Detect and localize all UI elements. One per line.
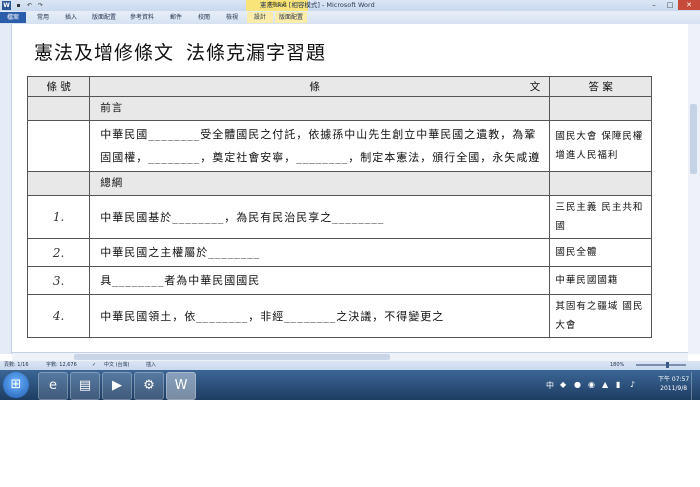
row-answer[interactable]: 中華民國國籍 xyxy=(549,266,652,295)
row-answer[interactable]: 國民全體 xyxy=(549,238,652,267)
header-article-no: 條 號 xyxy=(26,76,91,97)
network-icon[interactable]: ▮ xyxy=(616,380,620,389)
row-no xyxy=(26,120,91,172)
title-part-1: 憲法及增修條文 xyxy=(34,42,175,64)
table-section-row: 前言 xyxy=(26,96,652,121)
horizontal-scrollbar-thumb[interactable] xyxy=(74,354,390,360)
word-icon[interactable]: W xyxy=(2,1,11,10)
table-row: 中華民國________受全體國民之付託，依據孫中山先生創立中華民國之遺教，為鞏… xyxy=(26,120,652,172)
clock-time: 下午 07:57 xyxy=(658,376,690,383)
row-answer[interactable]: 國民大會 保障民權 增進人民福利 xyxy=(549,120,652,172)
row-text[interactable]: 中華民國基於________，為民有民治民享之________ xyxy=(89,195,551,239)
tab-table-layout[interactable]: 版面配置 xyxy=(275,12,307,23)
status-bar: 頁數: 1/16 字數: 12,676 ✓ 中文 (台灣) 插入 180% xyxy=(0,361,700,370)
ime-icon[interactable]: 中 xyxy=(546,380,554,391)
tab-view[interactable]: 檢視 xyxy=(219,12,245,23)
vertical-scrollbar-thumb[interactable] xyxy=(690,104,697,174)
tab-file[interactable]: 檔案 xyxy=(0,12,26,23)
media-player-icon[interactable]: ▶ xyxy=(102,372,132,400)
row-no: 1. xyxy=(26,195,91,239)
row-answer[interactable]: 其固有之疆域 國民大會 xyxy=(549,294,652,338)
tray-app-icon[interactable]: ● xyxy=(574,380,581,389)
row-answer[interactable]: 三民主義 民主共和國 xyxy=(549,195,652,239)
section-heading[interactable]: 總綱 xyxy=(89,171,551,196)
taskbar: ⊞ e ▤ ▶ ⚙ W 中 ◆ ● ◉ ▲ ▮ ♪ 下午 07:57 2011/… xyxy=(0,370,700,402)
row-no xyxy=(26,171,91,196)
row-text[interactable]: 中華民國之主權屬於________ xyxy=(89,238,551,267)
tray-app-icon[interactable]: ▲ xyxy=(602,380,608,389)
zoom-level[interactable]: 180% xyxy=(610,361,624,370)
title-part-2: 法條克漏字習題 xyxy=(186,42,327,64)
network-tool-icon[interactable]: ⚙ xyxy=(134,372,164,400)
table-row: 3. 具________者為中華民國國民 中華民國國籍 xyxy=(26,266,652,295)
zoom-slider-handle[interactable] xyxy=(666,362,669,368)
row-answer xyxy=(549,171,652,196)
zoom-slider[interactable] xyxy=(636,364,686,366)
table-section-row: 總綱 xyxy=(26,171,652,196)
page-count[interactable]: 頁數: 1/16 xyxy=(4,361,29,370)
table-header-row: 條 號 條文 答 案 xyxy=(26,76,652,97)
undo-icon[interactable]: ↶ xyxy=(25,1,34,10)
row-no: 2. xyxy=(26,238,91,267)
show-desktop-button[interactable] xyxy=(691,372,700,402)
close-icon[interactable]: ✕ xyxy=(678,0,700,10)
tab-table-design[interactable]: 設計 xyxy=(247,12,273,23)
header-article-text: 條文 xyxy=(89,76,551,97)
tray-app-icon[interactable]: ◆ xyxy=(560,380,566,389)
table-row: 4. 中華民國領土，依________，非經________之決議，不得變更之 … xyxy=(26,294,652,338)
section-heading[interactable]: 前言 xyxy=(89,96,551,121)
row-no: 4. xyxy=(26,294,91,338)
tab-references[interactable]: 參考資料 xyxy=(124,12,160,23)
insert-mode[interactable]: 插入 xyxy=(146,361,156,370)
minimize-icon[interactable]: – xyxy=(646,0,662,10)
vertical-ruler xyxy=(0,24,12,354)
save-icon[interactable]: ▪ xyxy=(14,1,23,10)
proofing-icon[interactable]: ✓ xyxy=(92,361,96,370)
explorer-icon[interactable]: ▤ xyxy=(70,372,100,400)
question-table[interactable]: 條 號 條文 答 案 前言 中華民國________受全體國民之付託，依據孫中山… xyxy=(26,76,652,338)
word-taskbar-icon[interactable]: W xyxy=(166,372,196,400)
row-text[interactable]: 具________者為中華民國國民 xyxy=(89,266,551,295)
clock-date: 2011/9/8 xyxy=(660,385,688,392)
language-indicator[interactable]: 中文 (台灣) xyxy=(104,361,130,370)
table-row: 2. 中華民國之主權屬於________ 國民全體 xyxy=(26,238,652,267)
tab-home[interactable]: 常用 xyxy=(30,12,56,23)
row-no: 3. xyxy=(26,266,91,295)
redo-icon[interactable]: ↷ xyxy=(36,1,45,10)
ie-icon[interactable]: e xyxy=(38,372,68,400)
tab-insert[interactable]: 插入 xyxy=(58,12,84,23)
maximize-icon[interactable]: □ xyxy=(662,0,678,10)
row-text[interactable]: 中華民國________受全體國民之付託，依據孫中山先生創立中華民國之遺教，為鞏… xyxy=(89,120,551,172)
row-text[interactable]: 中華民國領土，依________，非經________之決議，不得變更之 xyxy=(89,294,551,338)
document-title: 憲法及增修條文 法條克漏字習題 xyxy=(34,38,326,65)
tab-review[interactable]: 校閱 xyxy=(191,12,217,23)
system-tray: 中 ◆ ● ◉ ▲ ▮ ♪ 下午 07:57 2011/9/8 xyxy=(540,372,700,402)
ribbon-tabs: 檔案 常用 插入 版面配置 參考資料 郵件 校閱 檢視 設計 版面配置 xyxy=(0,11,700,25)
word-count[interactable]: 字數: 12,676 xyxy=(46,361,77,370)
row-answer xyxy=(549,96,652,121)
tab-mailings[interactable]: 郵件 xyxy=(163,12,189,23)
row-no xyxy=(26,96,91,121)
vertical-scrollbar[interactable] xyxy=(687,24,700,354)
windows-start-icon[interactable]: ⊞ xyxy=(3,372,29,398)
header-answer: 答 案 xyxy=(549,76,652,97)
tray-app-icon[interactable]: ◉ xyxy=(588,380,595,389)
volume-icon[interactable]: ♪ xyxy=(630,380,635,389)
title-bar: W ▪ ↶ ↷ 表格工具 憲法.doc [相容模式] - Microsoft W… xyxy=(0,0,700,11)
document-page[interactable]: 憲法及增修條文 法條克漏字習題 條 號 條文 答 案 前言 中華民國_______… xyxy=(12,24,688,352)
clock[interactable]: 下午 07:57 2011/9/8 xyxy=(658,375,689,393)
window-title: 憲法.doc [相容模式] - Microsoft Word xyxy=(260,1,375,9)
table-row: 1. 中華民國基於________，為民有民治民享之________ 三民主義 … xyxy=(26,195,652,239)
tab-page-layout[interactable]: 版面配置 xyxy=(86,12,122,23)
window-controls: – □ ✕ xyxy=(646,0,700,10)
